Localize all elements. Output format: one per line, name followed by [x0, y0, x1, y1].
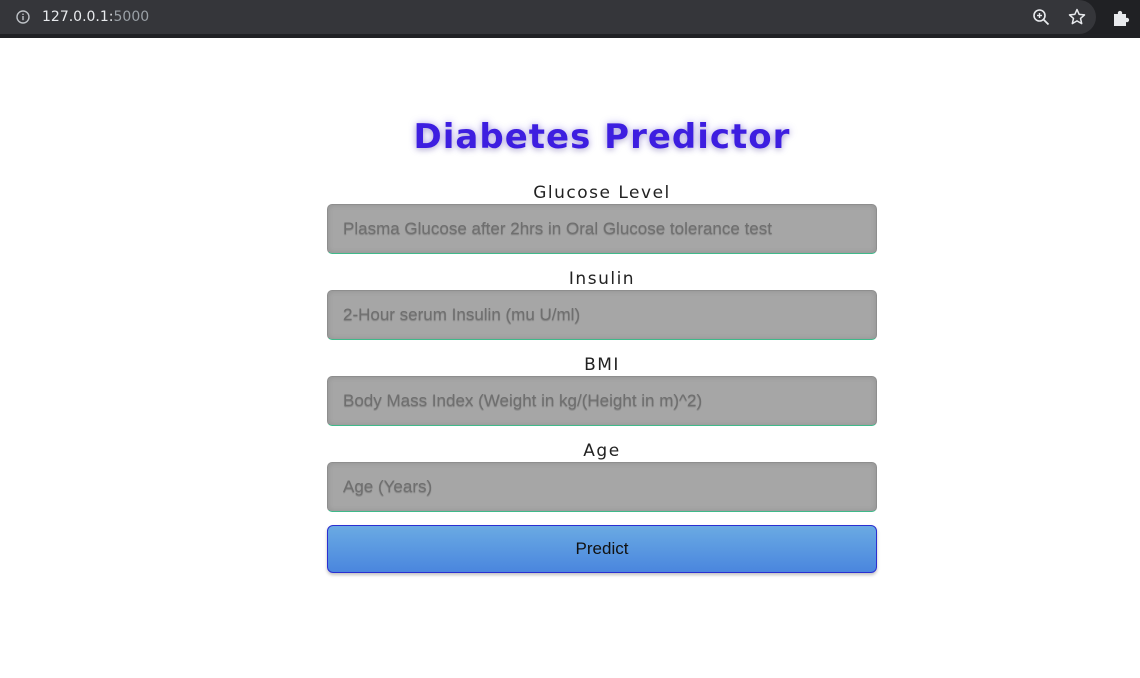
url-port: 5000: [113, 9, 150, 25]
age-label: Age: [583, 441, 621, 461]
page-title: Diabetes Predictor: [413, 117, 791, 157]
star-icon[interactable]: [1068, 8, 1086, 26]
age-input[interactable]: [327, 462, 877, 512]
bmi-input[interactable]: [327, 376, 877, 426]
predict-button[interactable]: Predict: [327, 525, 877, 573]
glucose-input[interactable]: [327, 204, 877, 254]
url-text[interactable]: 127.0.0.1:5000: [42, 8, 149, 26]
info-icon[interactable]: [16, 10, 30, 24]
glucose-label: Glucose Level: [533, 183, 671, 203]
url-host: 127.0.0.1:: [42, 9, 114, 25]
insulin-label: Insulin: [568, 269, 636, 289]
zoom-icon[interactable]: [1032, 8, 1050, 26]
browser-toolbar: 127.0.0.1:5000: [0, 0, 1140, 38]
address-bar[interactable]: 127.0.0.1:5000: [0, 0, 1096, 34]
extensions-icon[interactable]: [1111, 8, 1130, 27]
insulin-input[interactable]: [327, 290, 877, 340]
bmi-label: BMI: [584, 355, 620, 375]
